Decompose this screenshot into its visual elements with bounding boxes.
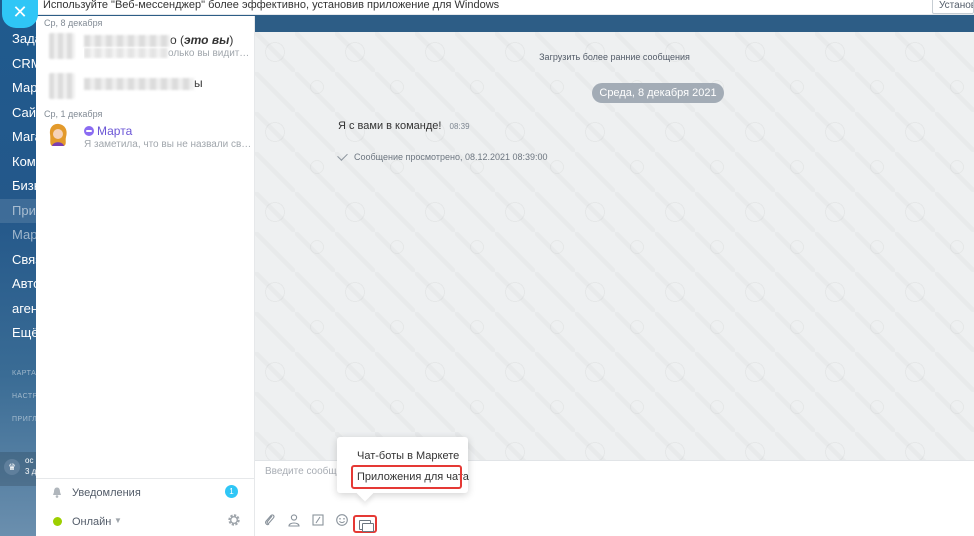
nav-small-settings[interactable]: НАСТРОЙКИ [0, 385, 40, 408]
check-icon [337, 150, 348, 161]
date-separator: Ср, 1 декабря [44, 109, 103, 119]
nav-item-agents[interactable]: агенты [0, 297, 40, 322]
chat-item-preview: Я заметила, что вы не назвали свой... [84, 139, 254, 150]
chat-message: Я с вами в команде! 08:39 [338, 120, 470, 132]
chat-history[interactable]: Загрузить более ранние сообщения Среда, … [255, 32, 974, 460]
bot-icon [84, 126, 94, 136]
nav-item-sites[interactable]: Сайты [0, 101, 40, 126]
blurred-preview [84, 48, 168, 59]
notifications-row[interactable]: Уведомления 1 [36, 479, 255, 508]
user-icon[interactable] [287, 513, 301, 527]
blurred-name [84, 77, 194, 90]
load-earlier-link[interactable]: Загрузить более ранние сообщения [255, 52, 974, 62]
menu-item-chatbots-market[interactable]: Чат-боты в Маркете [357, 450, 459, 462]
nav-item-business[interactable]: Бизнес [0, 174, 40, 199]
close-messenger-button[interactable]: ✕ [2, 0, 38, 28]
promo-text: ос 3 д [25, 456, 37, 476]
nav-item-company[interactable]: Компания [0, 150, 40, 175]
message-time: 08:39 [449, 122, 470, 131]
menu-item-chat-apps[interactable]: Приложения для чата [357, 471, 469, 483]
chat-item-preview: олько вы видите ... [84, 48, 254, 59]
install-button[interactable]: Установить [932, 0, 974, 14]
nav-item-stores[interactable]: Магазины [0, 125, 40, 150]
chat-item-marta[interactable]: Марта Я заметила, что вы не назвали свой… [36, 122, 254, 156]
marta-avatar [49, 123, 67, 146]
nav-small-invite[interactable]: ПРИГЛАСИТЬ [0, 408, 40, 431]
close-icon: ✕ [12, 2, 28, 22]
bell-icon [53, 487, 61, 498]
avatar [49, 33, 75, 59]
nav-item-crm[interactable]: CRM [0, 52, 40, 77]
promo-banner[interactable]: ♛ ос 3 д [0, 452, 40, 486]
recent-chats-panel: Ср, 8 декабря о (это вы) олько вы видите… [36, 16, 255, 536]
status-label: Онлайн [72, 516, 112, 528]
nav-item-marketing[interactable]: Маркетинг [0, 76, 40, 101]
nav-item-more[interactable]: Ещё [0, 321, 40, 346]
nav-item-apps[interactable]: Приложения [0, 198, 40, 223]
formula-icon[interactable] [311, 513, 325, 527]
nav-item-automation[interactable]: Автоматизация [0, 272, 40, 297]
message-text: Я с вами в команде! [338, 120, 442, 132]
nav-item-market[interactable]: Маркет [0, 223, 40, 248]
avatar [49, 73, 75, 99]
chat-item-name: Марта [84, 124, 132, 138]
crown-icon: ♛ [4, 459, 20, 475]
install-notice-bar: Используйте "Веб-мессенджер" более эффек… [36, 0, 974, 15]
status-online-dot [53, 517, 62, 526]
chat-item-self[interactable]: о (это вы) олько вы видите ... [36, 31, 254, 65]
date-separator: Ср, 8 декабря [44, 18, 103, 28]
chat-item-name: о (это вы) [84, 33, 233, 47]
status-row[interactable]: Онлайн ▼ [36, 508, 255, 536]
date-pill: Среда, 8 декабря 2021 [592, 83, 724, 103]
apps-popup-menu: Чат-боты в Маркете [337, 437, 468, 493]
recent-footer: Уведомления 1 Онлайн ▼ [36, 478, 255, 536]
chat-item-name: ы [84, 76, 203, 90]
portal-sidebar: Задачи CRM Маркетинг Сайты Магазины Комп… [0, 0, 40, 536]
blurred-name [84, 34, 170, 47]
message-seen-status: Сообщение просмотрено, 08.12.2021 08:39:… [337, 150, 548, 162]
gear-icon[interactable] [227, 513, 241, 527]
nav-item-connect[interactable]: Связь [0, 248, 40, 273]
chat-item-blurred[interactable]: ы [36, 65, 254, 99]
smile-icon[interactable] [335, 513, 349, 527]
chevron-down-icon: ▼ [114, 516, 122, 525]
install-notice-text: Используйте "Веб-мессенджер" более эффек… [43, 0, 500, 11]
paperclip-icon[interactable] [263, 513, 277, 527]
nav-small-map[interactable]: КАРТА [0, 362, 40, 385]
notifications-count-badge: 1 [225, 485, 238, 498]
chat-apps-button[interactable] [353, 515, 377, 533]
nav-item-tasks[interactable]: Задачи [0, 27, 40, 52]
notifications-label: Уведомления [72, 487, 141, 499]
